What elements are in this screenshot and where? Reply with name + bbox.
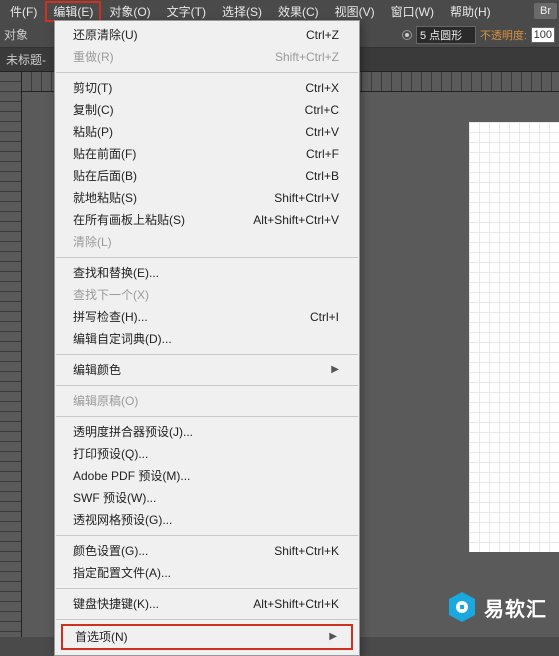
watermark-text: 易软汇 [484, 593, 547, 622]
menu-edit[interactable]: 编辑(E) [45, 1, 101, 22]
menu-item-label: 编辑原稿(O) [73, 393, 138, 409]
menu-item[interactable]: 指定配置文件(A)... [55, 562, 359, 584]
menu-separator [56, 416, 358, 417]
edit-menu-dropdown: 还原清除(U) Ctrl+Z 重做(R) Shift+Ctrl+Z 剪切(T) Ctrl+… [54, 20, 360, 656]
menu-item[interactable]: 拼写检查(H)... Ctrl+I [55, 306, 359, 328]
menu-item: 查找下一个(X) [55, 284, 359, 306]
menu-window[interactable]: 窗口(W) [383, 1, 442, 22]
menu-item-label: 透视网格预设(G)... [73, 512, 172, 528]
menu-item-label: 就地粘贴(S) [73, 190, 137, 206]
opacity-input[interactable] [531, 27, 555, 43]
menu-item-label: 贴在后面(B) [73, 168, 137, 184]
menu-item[interactable]: 在所有画板上粘贴(S) Alt+Shift+Ctrl+V [55, 209, 359, 231]
menu-item[interactable]: 就地粘贴(S) Shift+Ctrl+V [55, 187, 359, 209]
menu-separator [56, 535, 358, 536]
menu-item-shortcut: Alt+Shift+Ctrl+V [253, 212, 339, 228]
menu-item[interactable]: 贴在前面(F) Ctrl+F [55, 143, 359, 165]
menu-item-label: 编辑颜色 [73, 362, 121, 378]
menu-item-shortcut: Ctrl+C [305, 102, 339, 118]
bullet-icon [402, 30, 412, 40]
menu-item-shortcut: Shift+Ctrl+Z [275, 49, 339, 65]
menu-item[interactable]: 透明度拼合器预设(J)... [55, 421, 359, 443]
menu-object[interactable]: 对象(O) [101, 1, 158, 22]
menu-item-shortcut: Ctrl+F [306, 146, 339, 162]
menu-item[interactable]: 打印预设(Q)... [55, 443, 359, 465]
menu-item-label: 复制(C) [73, 102, 114, 118]
menu-separator [56, 72, 358, 73]
menu-item[interactable]: 编辑自定词典(D)... [55, 328, 359, 350]
menu-item-label: 颜色设置(G)... [73, 543, 148, 559]
menu-item-label: 粘贴(P) [73, 124, 113, 140]
menu-item-label: 剪切(T) [73, 80, 112, 96]
menu-separator [56, 619, 358, 620]
stroke-profile-input[interactable] [416, 26, 476, 44]
menu-separator [56, 257, 358, 258]
bridge-button[interactable]: Br [534, 3, 557, 19]
selection-type-label: 对象 [4, 26, 28, 43]
menu-item-label: 打印预设(Q)... [73, 446, 148, 462]
menu-item[interactable]: 透视网格预设(G)... [55, 509, 359, 531]
menu-item-label: 编辑自定词典(D)... [73, 331, 172, 347]
menu-view[interactable]: 视图(V) [327, 1, 383, 22]
menu-item[interactable]: 复制(C) Ctrl+C [55, 99, 359, 121]
menu-item-label: 贴在前面(F) [73, 146, 136, 162]
menu-item-label: 指定配置文件(A)... [73, 565, 171, 581]
menu-type[interactable]: 文字(T) [159, 1, 214, 22]
chevron-right-icon: ▶ [331, 362, 339, 378]
menu-item-label: SWF 预设(W)... [73, 490, 156, 506]
menu-item[interactable]: 键盘快捷键(K)... Alt+Shift+Ctrl+K [55, 593, 359, 615]
menu-item-label: 在所有画板上粘贴(S) [73, 212, 185, 228]
menu-item-label: 透明度拼合器预设(J)... [73, 424, 193, 440]
menu-item-label: 查找下一个(X) [73, 287, 149, 303]
menu-item-highlighted: 首选项(N) ▶ [61, 624, 353, 650]
stroke-profile-field: 不透明度: [402, 26, 555, 44]
menu-item-label: 拼写检查(H)... [73, 309, 148, 325]
menu-item-shortcut: Ctrl+Z [306, 27, 339, 43]
menu-item-shortcut: Ctrl+X [305, 80, 339, 96]
document-tab[interactable]: 未标题- [6, 51, 46, 68]
menu-item[interactable]: SWF 预设(W)... [55, 487, 359, 509]
menu-separator [56, 588, 358, 589]
artboard[interactable] [469, 122, 559, 552]
chevron-right-icon: ▶ [329, 629, 337, 645]
menu-item-label: 清除(L) [73, 234, 112, 250]
menu-item-label: 键盘快捷键(K)... [73, 596, 159, 612]
menu-separator [56, 354, 358, 355]
menu-item[interactable]: 剪切(T) Ctrl+X [55, 77, 359, 99]
menu-item-label: Adobe PDF 预设(M)... [73, 468, 190, 484]
menu-separator [56, 385, 358, 386]
menu-item[interactable]: 首选项(N) ▶ [63, 626, 351, 648]
menu-item[interactable]: Adobe PDF 预设(M)... [55, 465, 359, 487]
menu-item-shortcut: Shift+Ctrl+K [274, 543, 339, 559]
opacity-label: 不透明度: [480, 27, 527, 43]
menu-item-label: 还原清除(U) [73, 27, 138, 43]
menu-item[interactable]: 贴在后面(B) Ctrl+B [55, 165, 359, 187]
menu-item-shortcut: Shift+Ctrl+V [274, 190, 339, 206]
menu-item-shortcut: Ctrl+B [305, 168, 339, 184]
menubar: 件(F) 编辑(E) 对象(O) 文字(T) 选择(S) 效果(C) 视图(V)… [0, 0, 559, 22]
menu-item-label: 查找和替换(E)... [73, 265, 159, 281]
menu-item[interactable]: 颜色设置(G)... Shift+Ctrl+K [55, 540, 359, 562]
watermark-logo-icon [448, 591, 476, 623]
menu-item[interactable]: 还原清除(U) Ctrl+Z [55, 24, 359, 46]
menu-help[interactable]: 帮助(H) [442, 1, 499, 22]
menu-item-shortcut: Ctrl+I [310, 309, 339, 325]
watermark: 易软汇 [448, 591, 547, 623]
menu-item[interactable]: 粘贴(P) Ctrl+V [55, 121, 359, 143]
menu-item: 编辑原稿(O) [55, 390, 359, 412]
menu-item-shortcut: Alt+Shift+Ctrl+K [253, 596, 339, 612]
menu-item[interactable]: 编辑颜色 ▶ [55, 359, 359, 381]
menu-item: 清除(L) [55, 231, 359, 253]
menu-item-shortcut: Ctrl+V [305, 124, 339, 140]
ruler-vertical[interactable] [0, 72, 22, 637]
menu-item-label: 首选项(N) [75, 629, 128, 645]
menu-item: 重做(R) Shift+Ctrl+Z [55, 46, 359, 68]
menu-file[interactable]: 件(F) [2, 1, 45, 22]
menu-select[interactable]: 选择(S) [214, 1, 270, 22]
menu-item[interactable]: 查找和替换(E)... [55, 262, 359, 284]
menu-item-label: 重做(R) [73, 49, 114, 65]
menu-effect[interactable]: 效果(C) [270, 1, 327, 22]
